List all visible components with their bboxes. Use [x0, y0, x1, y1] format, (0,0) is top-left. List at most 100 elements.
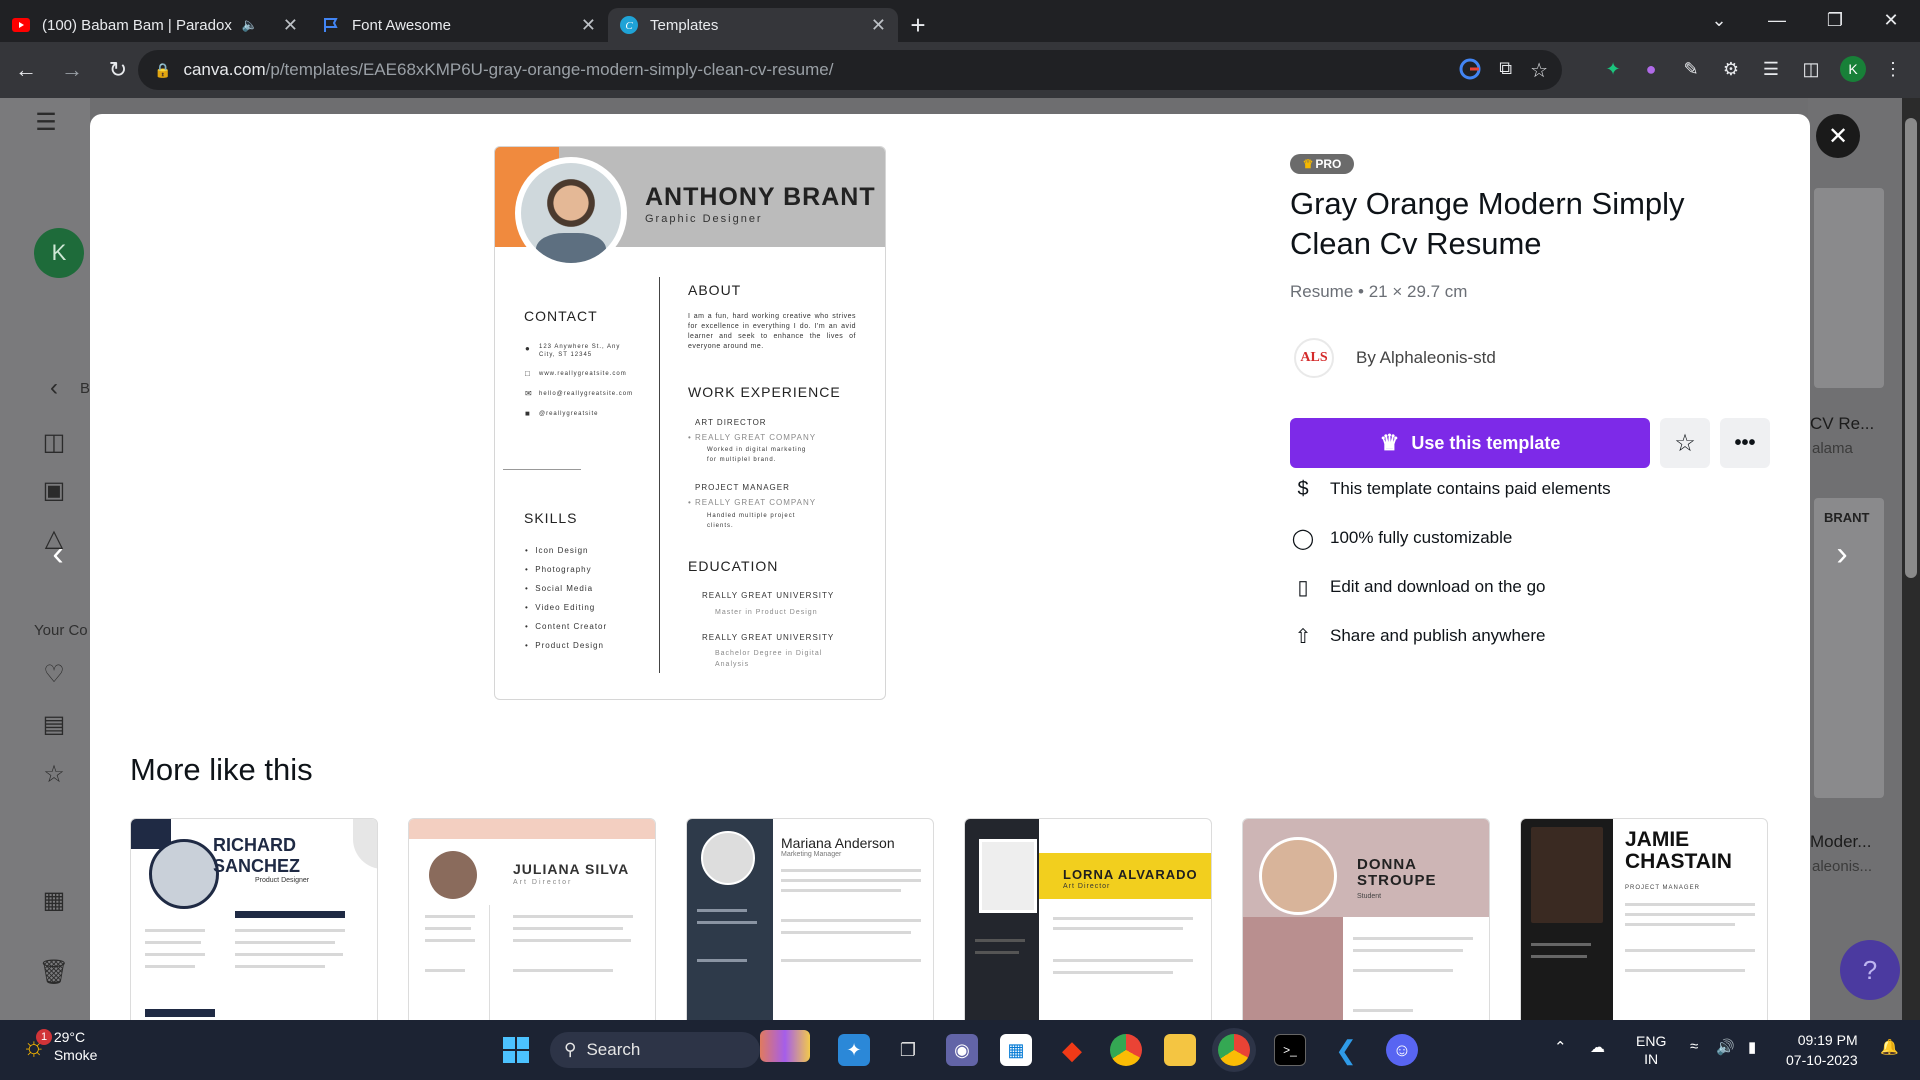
- cloud-sync-icon[interactable]: ☁: [1590, 1038, 1605, 1056]
- palette-icon: ◯: [1291, 527, 1315, 550]
- star-icon[interactable]: ☆: [40, 760, 68, 788]
- card-role: PROJECT MANAGER: [1625, 885, 1700, 891]
- crown-icon: ♛: [1379, 430, 1400, 455]
- folder-icon[interactable]: ▦: [40, 886, 68, 914]
- author-logo[interactable]: ALS: [1294, 338, 1334, 378]
- restore-button[interactable]: ❐: [1806, 0, 1864, 40]
- use-template-button[interactable]: ♛ Use this template: [1290, 418, 1650, 468]
- language-indicator[interactable]: ENG IN: [1636, 1032, 1666, 1068]
- chrome-icon[interactable]: [1110, 1034, 1142, 1066]
- school-name: REALLY GREAT UNIVERSITY: [702, 633, 835, 642]
- weather-widget[interactable]: ☼ 1 29°C Smoke: [22, 1028, 97, 1064]
- job-company: • REALLY GREAT COMPANY: [688, 433, 817, 442]
- related-template-card[interactable]: LORNA ALVARADO Art Director: [964, 818, 1212, 1020]
- tab-label: Font Awesome: [352, 16, 451, 34]
- volume-icon[interactable]: 🔊: [1716, 1038, 1735, 1056]
- back-button[interactable]: ←: [6, 50, 46, 90]
- contact-address: 123 Anywhere St., Any City, ST 12345: [539, 344, 621, 358]
- card-role: Student: [1357, 893, 1382, 900]
- teams-icon[interactable]: ◉: [946, 1034, 978, 1066]
- wifi-icon[interactable]: ≈: [1690, 1038, 1698, 1055]
- favorite-star-button[interactable]: ☆: [1660, 418, 1710, 468]
- author-name[interactable]: By Alphaleonis-std: [1356, 348, 1496, 368]
- sidepanel-icon[interactable]: ◫: [1798, 56, 1824, 82]
- extensions-puzzle-icon[interactable]: ⚙: [1718, 56, 1744, 82]
- close-modal-button[interactable]: ✕: [1816, 114, 1860, 158]
- related-template-card[interactable]: RICHARD SANCHEZ Product Designer: [130, 818, 378, 1020]
- extension-purple-icon[interactable]: ●: [1638, 56, 1664, 82]
- pro-badge: ♛ PRO: [1290, 154, 1354, 174]
- windows-start-icon[interactable]: [500, 1034, 532, 1066]
- next-template-button[interactable]: ›: [1822, 534, 1862, 574]
- tab-templates[interactable]: C Templates ✕: [608, 8, 898, 42]
- hamburger-menu-icon[interactable]: ☰: [32, 108, 60, 136]
- contact-heading: CONTACT: [524, 308, 598, 324]
- related-template-card[interactable]: Mariana Anderson Marketing Manager: [686, 818, 934, 1020]
- copilot-icon[interactable]: ✦: [838, 1034, 870, 1066]
- resume-photo: [515, 157, 627, 269]
- scrollbar-thumb[interactable]: [1905, 118, 1917, 578]
- reload-button[interactable]: ↻: [98, 50, 138, 90]
- tab-label: Templates: [650, 16, 719, 34]
- related-template-card[interactable]: DONNA STROUPE Student: [1242, 818, 1490, 1020]
- forward-button[interactable]: →: [52, 50, 92, 90]
- minimize-button[interactable]: —: [1748, 0, 1806, 40]
- chevron-left-icon[interactable]: ‹: [40, 374, 68, 402]
- file-explorer-icon[interactable]: [1164, 1034, 1196, 1066]
- anydesk-icon[interactable]: ◆: [1056, 1034, 1088, 1066]
- previous-template-button[interactable]: ‹: [38, 534, 78, 574]
- bg-template-thumb[interactable]: [1814, 188, 1884, 388]
- search-highlight-icon[interactable]: [760, 1030, 810, 1062]
- extension-grammarly-icon[interactable]: ✦: [1600, 56, 1626, 82]
- media-queue-icon[interactable]: ☰: [1758, 56, 1784, 82]
- weather-condition: Smoke: [53, 1047, 98, 1063]
- tab-search-icon[interactable]: ⌄: [1690, 0, 1748, 40]
- more-options-button[interactable]: •••: [1720, 418, 1770, 468]
- canva-page: ☰ K ‹ B ◫ ▣ △ Your Co ♡ ▤ ☆ ▦ 🗑 CV Re...…: [0, 98, 1920, 1020]
- show-hidden-icons[interactable]: ⌃: [1554, 1038, 1567, 1056]
- school-degree: Master in Product Design: [715, 609, 818, 616]
- template-icon[interactable]: ◫: [40, 428, 68, 456]
- task-view-icon[interactable]: ❐: [892, 1034, 924, 1066]
- discord-icon[interactable]: ☺: [1386, 1034, 1418, 1066]
- related-template-card[interactable]: JULIANA SILVA Art Director: [408, 818, 656, 1020]
- resume-preview[interactable]: ANTHONY BRANT Graphic Designer CONTACT 1…: [494, 146, 886, 700]
- microsoft-store-icon[interactable]: ▦: [1000, 1034, 1032, 1066]
- share-page-icon[interactable]: ⧉: [1499, 58, 1512, 85]
- close-window-button[interactable]: ✕: [1862, 0, 1920, 40]
- close-tab-icon[interactable]: ✕: [283, 15, 298, 36]
- eyedropper-icon[interactable]: ✎: [1678, 56, 1704, 82]
- profile-avatar[interactable]: K: [1840, 56, 1866, 82]
- address-bar[interactable]: 🔒 canva.com/p/templates/EAE68xKMP6U-gray…: [138, 50, 1562, 90]
- notification-bell-icon[interactable]: 🔔: [1880, 1038, 1899, 1056]
- battery-icon[interactable]: ▮: [1748, 1038, 1756, 1056]
- tab-youtube[interactable]: (100) Babam Bam | Paradox 🔈 ✕: [0, 8, 310, 42]
- browser-menu-icon[interactable]: ⋮: [1880, 56, 1906, 82]
- card-role: Art Director: [513, 879, 573, 886]
- google-lens-icon[interactable]: [1459, 58, 1481, 85]
- bookmark-star-icon[interactable]: ☆: [1530, 58, 1548, 85]
- lock-icon[interactable]: 🔒: [154, 62, 171, 79]
- school-name: REALLY GREAT UNIVERSITY: [702, 591, 835, 600]
- globe-icon: □: [525, 369, 531, 378]
- taskbar-search[interactable]: ⚲ Search: [550, 1032, 760, 1068]
- close-tab-icon[interactable]: ✕: [581, 15, 596, 36]
- user-avatar[interactable]: K: [34, 228, 84, 278]
- close-tab-icon[interactable]: ✕: [871, 15, 886, 36]
- speaker-icon[interactable]: 🔈: [242, 17, 258, 33]
- tab-label: (100) Babam Bam | Paradox: [42, 16, 232, 34]
- heart-icon[interactable]: ♡: [40, 660, 68, 688]
- new-tab-button[interactable]: +: [898, 8, 938, 42]
- clock[interactable]: 09:19 PM 07-10-2023: [1786, 1030, 1858, 1070]
- chrome-active-icon[interactable]: [1218, 1034, 1250, 1066]
- tab-font-awesome[interactable]: Font Awesome ✕: [310, 8, 608, 42]
- vscode-icon[interactable]: ❮: [1330, 1034, 1362, 1066]
- terminal-icon[interactable]: >_: [1274, 1034, 1306, 1066]
- phone-icon: ▯: [1297, 576, 1309, 599]
- skill-item: • Product Design: [525, 641, 604, 650]
- help-button[interactable]: ?: [1840, 940, 1900, 1000]
- image-icon[interactable]: ▣: [40, 476, 68, 504]
- related-template-card[interactable]: JAMIE CHASTAIN PROJECT MANAGER: [1520, 818, 1768, 1020]
- trash-icon[interactable]: 🗑: [39, 958, 69, 986]
- brand-kit-icon[interactable]: ▤: [40, 710, 68, 738]
